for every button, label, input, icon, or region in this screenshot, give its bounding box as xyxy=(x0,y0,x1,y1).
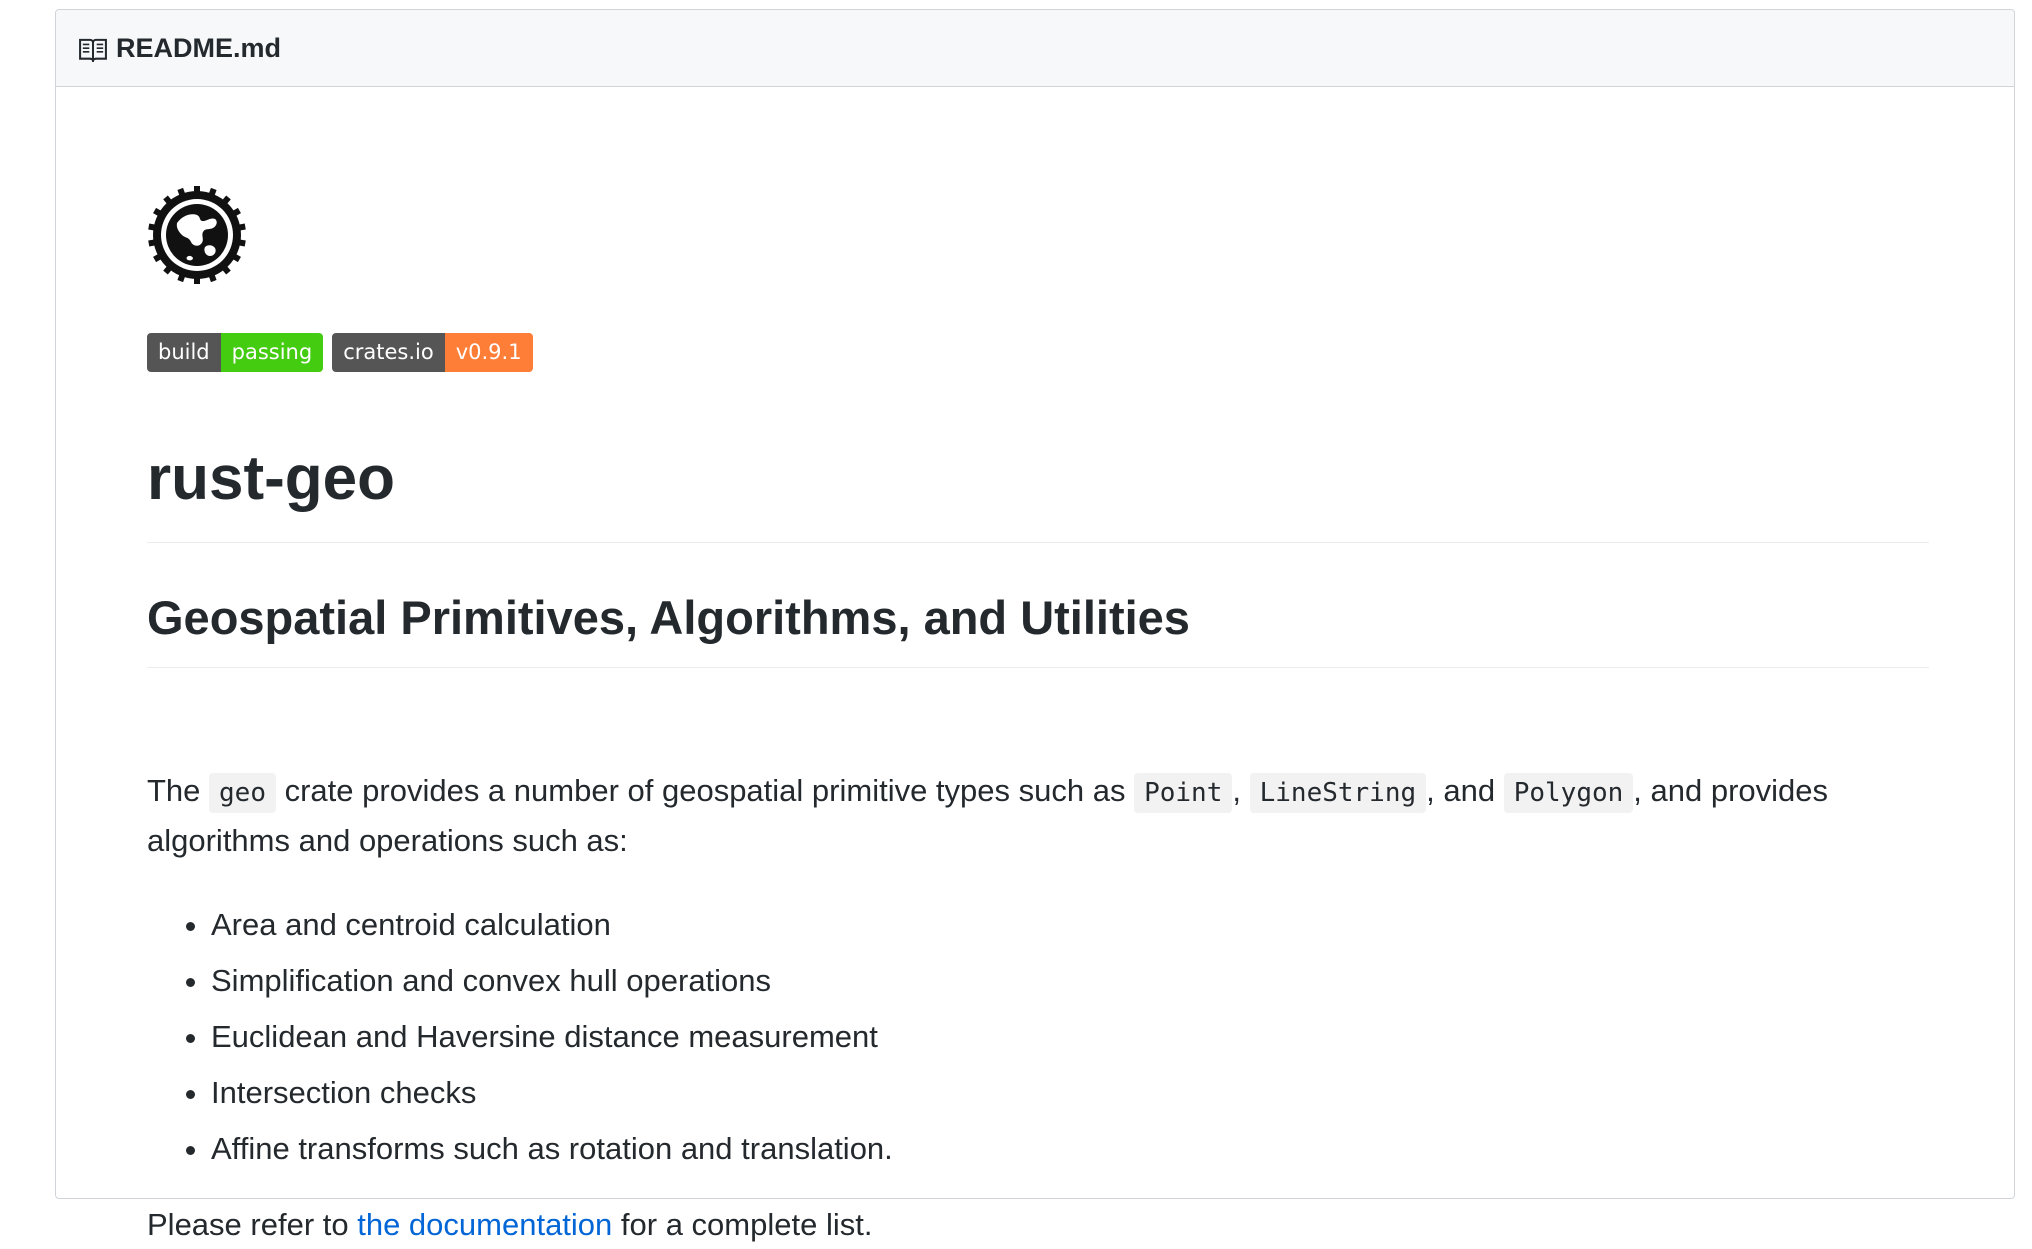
inline-code: geo xyxy=(209,773,276,813)
badge-label: crates.io xyxy=(332,333,445,372)
readme-header: README.md xyxy=(56,10,2014,87)
intro-text: crate provides a number of geospatial pr… xyxy=(276,773,1135,808)
feature-list: Area and centroid calculation Simplifica… xyxy=(147,897,893,1177)
section-heading: Geospatial Primitives, Algorithms, and U… xyxy=(147,587,1929,668)
intro-paragraph: The geo crate provides a number of geosp… xyxy=(147,767,1929,865)
doc-text: for a complete list. xyxy=(612,1207,873,1242)
badge-label: build xyxy=(147,333,221,372)
list-item: Euclidean and Haversine distance measure… xyxy=(211,1009,893,1065)
inline-code: LineString xyxy=(1249,773,1427,813)
inline-code: Point xyxy=(1134,773,1233,813)
readme-filename[interactable]: README.md xyxy=(116,33,281,64)
readme-container: README.md build passing crates.io v0.9.1… xyxy=(55,9,2015,1242)
badge-row: build passing crates.io v0.9.1 xyxy=(147,333,533,372)
list-item: Affine transforms such as rotation and t… xyxy=(211,1121,893,1177)
book-icon xyxy=(79,38,107,62)
intro-text: , xyxy=(1232,773,1250,808)
intro-text: The xyxy=(147,773,210,808)
badge-value: passing xyxy=(220,333,324,372)
inline-code: Polygon xyxy=(1503,773,1634,813)
page-title: rust-geo xyxy=(147,440,1929,543)
list-item: Intersection checks xyxy=(211,1065,893,1121)
build-status-badge[interactable]: build passing xyxy=(147,333,324,372)
documentation-link[interactable]: the documentation xyxy=(357,1207,612,1242)
documentation-paragraph: Please refer to the documentation for a … xyxy=(147,1201,872,1249)
crates-version-badge[interactable]: crates.io v0.9.1 xyxy=(332,333,533,372)
intro-text: , and xyxy=(1426,773,1504,808)
list-item: Area and centroid calculation xyxy=(211,897,893,953)
geo-logo-icon[interactable] xyxy=(147,185,247,285)
list-item: Simplification and convex hull operation… xyxy=(211,953,893,1009)
doc-text: Please refer to xyxy=(147,1207,358,1242)
badge-value: v0.9.1 xyxy=(444,333,533,372)
